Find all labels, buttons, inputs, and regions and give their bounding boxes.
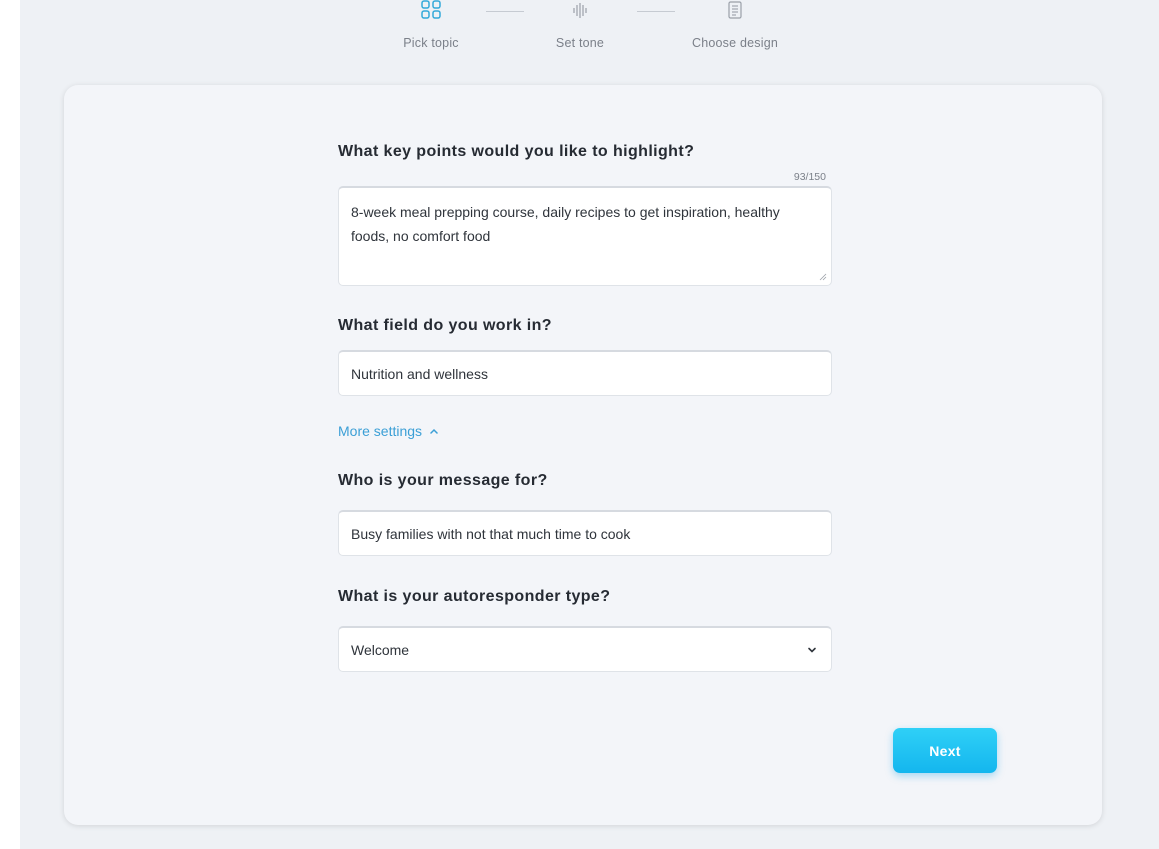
grid-icon <box>371 0 491 26</box>
step-label: Set tone <box>555 36 605 50</box>
more-settings-label: More settings <box>338 423 423 439</box>
autoresponder-type-value: Welcome <box>351 642 410 658</box>
chevron-up-icon <box>430 428 438 434</box>
field-value: Nutrition and wellness <box>351 366 488 382</box>
document-icon <box>675 0 795 26</box>
more-settings-toggle[interactable]: More settings <box>338 423 438 439</box>
step-connector <box>486 11 524 12</box>
audience-input[interactable]: Busy families with not that much time to… <box>338 510 832 556</box>
progress-stepper: Pick topic Set tone Choose design <box>0 0 1159 70</box>
page: Pick topic Set tone Choose design What k… <box>0 0 1159 849</box>
form-card: What key points would you like to highli… <box>64 85 1102 825</box>
chevron-down-icon <box>808 647 816 653</box>
field-label: What field do you work in? <box>338 317 552 334</box>
field-input[interactable]: Nutrition and wellness <box>338 350 832 396</box>
step-label: Pick topic <box>403 36 459 50</box>
step-connector <box>637 11 675 12</box>
key-points-textarea[interactable]: 8-week meal prepping course, daily recip… <box>338 186 832 286</box>
resize-handle-icon[interactable] <box>819 273 827 281</box>
character-counter: 93/150 <box>793 171 826 183</box>
step-set-tone[interactable]: Set tone <box>520 0 640 50</box>
left-edge-strip <box>0 0 20 849</box>
step-pick-topic[interactable]: Pick topic <box>371 0 491 50</box>
autoresponder-type-select[interactable]: Welcome <box>338 626 832 672</box>
step-label: Choose design <box>692 36 778 50</box>
next-button[interactable]: Next <box>893 728 997 773</box>
key-points-value: 8-week meal prepping course, daily recip… <box>351 204 780 244</box>
audience-label: Who is your message for? <box>338 472 548 489</box>
soundwave-icon <box>520 0 640 26</box>
autoresponder-type-label: What is your autoresponder type? <box>338 588 611 605</box>
step-choose-design[interactable]: Choose design <box>675 0 795 50</box>
key-points-label: What key points would you like to highli… <box>338 143 695 160</box>
audience-value: Busy families with not that much time to… <box>351 526 631 542</box>
